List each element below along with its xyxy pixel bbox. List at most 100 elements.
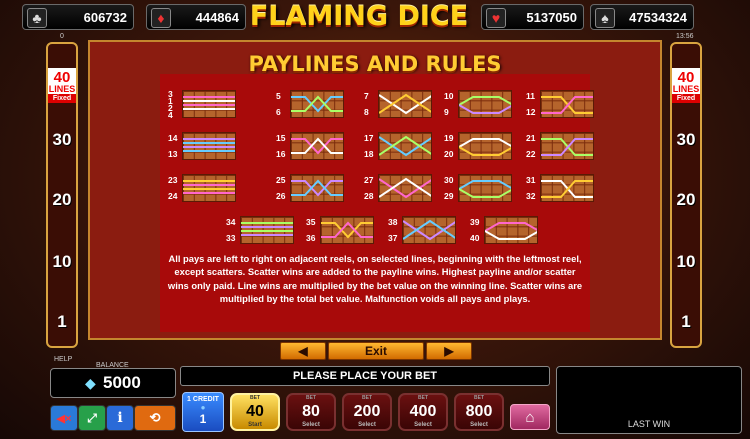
- credit-box[interactable]: 1 CREDIT ● 1: [182, 392, 224, 432]
- payline-grid: [378, 90, 432, 118]
- payline-number: 15: [276, 133, 286, 143]
- last-win-label: LAST WIN: [627, 419, 671, 429]
- bet-label: BET: [250, 395, 260, 401]
- payline-grid: [458, 90, 512, 118]
- payline-path: [291, 179, 343, 197]
- payline-path: [403, 219, 455, 241]
- select-label: Select: [414, 422, 432, 428]
- jackpot-spade: ♠ 47534324: [590, 4, 694, 30]
- payline-path: [541, 180, 593, 198]
- payline-grid: [290, 174, 344, 202]
- fixed-label: Fixed: [48, 94, 76, 103]
- right-lines-column: 40 LINES Fixed 30 20 10 1: [670, 42, 702, 348]
- select-label: Select: [470, 422, 488, 428]
- payline-number: 26: [276, 191, 286, 201]
- home-icon: ⌂: [525, 408, 535, 426]
- payline-path: [379, 93, 431, 115]
- payline-number: 13: [168, 149, 178, 159]
- payline-number: 5: [276, 91, 281, 101]
- line-level-30: 30: [52, 130, 72, 149]
- payline-grid: [458, 132, 512, 160]
- panel-title: PAYLINES AND RULES: [248, 52, 502, 76]
- line-level-20: 20: [52, 190, 72, 209]
- help-label: HELP: [54, 356, 73, 363]
- bet-option-400[interactable]: BET 400 Select: [398, 393, 448, 431]
- payline-grid: [182, 174, 236, 202]
- bet-option-200[interactable]: BET 200 Select: [342, 393, 392, 431]
- payline-path: [541, 138, 593, 156]
- sound-toggle-button[interactable]: ◀×: [50, 405, 78, 431]
- autoplay-button[interactable]: ⟲: [134, 405, 176, 431]
- diamond-icon: ◆: [85, 375, 96, 391]
- payline-grid: [378, 132, 432, 160]
- payline-number: 19: [444, 133, 454, 143]
- payline-number: 16: [276, 149, 286, 159]
- fullscreen-icon: ⤢: [87, 410, 97, 425]
- payline-path: [459, 180, 511, 198]
- select-label: Select: [358, 422, 376, 428]
- heart-icon: ♥: [486, 8, 506, 28]
- payline-number: 22: [526, 149, 536, 159]
- line-level-30: 30: [676, 130, 696, 149]
- line-level-1: 1: [57, 312, 67, 331]
- payline-number: 28: [364, 191, 374, 201]
- payline-path: [291, 95, 343, 113]
- club-icon: ♣: [27, 8, 47, 28]
- payline-grid: [240, 216, 294, 244]
- payline-number: 7: [364, 91, 369, 101]
- payline-path: [183, 96, 235, 110]
- bet-option-value: 800: [465, 403, 493, 420]
- payline-path: [379, 135, 431, 157]
- fixed-label: Fixed: [672, 94, 700, 103]
- left-small-label: 0: [60, 33, 64, 40]
- payline-number: 30: [444, 175, 454, 185]
- info-button[interactable]: i: [106, 405, 134, 431]
- next-page-button[interactable]: ▶: [426, 342, 472, 360]
- bet-option-80[interactable]: BET 80 Select: [286, 393, 336, 431]
- payline-grid: [540, 132, 594, 160]
- message-bar: PLEASE PLACE YOUR BET: [180, 366, 550, 386]
- credit-value: 1: [199, 412, 207, 426]
- prev-page-button[interactable]: ◀: [280, 342, 326, 360]
- payline-grid: [402, 216, 456, 244]
- lines-badge-right: 40 LINES Fixed: [672, 68, 700, 103]
- bet-option-800[interactable]: BET 800 Select: [454, 393, 504, 431]
- payline-number: 35: [306, 217, 316, 227]
- payline-number: 40: [470, 233, 480, 243]
- line-level-1: 1: [681, 312, 691, 331]
- diamond-icon: ♦: [151, 8, 171, 28]
- jackpot-heart: ♥ 5137050: [481, 4, 584, 30]
- jackpot-club: ♣ 606732: [22, 4, 134, 30]
- lines-badge-left: 40 LINES Fixed: [48, 68, 76, 103]
- info-icon: i: [117, 410, 123, 426]
- payline-number: 39: [470, 217, 480, 227]
- home-button[interactable]: ⌂: [510, 404, 550, 430]
- payline-number: 24: [168, 191, 178, 201]
- payline-number: 17: [364, 133, 374, 143]
- fullscreen-button[interactable]: ⤢: [78, 405, 106, 431]
- jackpot-spade-value: 47534324: [629, 9, 687, 25]
- payline-path: [291, 137, 343, 155]
- coin-icon: ●: [200, 403, 206, 412]
- payline-grid: [182, 90, 236, 118]
- bet-value: 40: [246, 403, 264, 420]
- left-lines-column: 40 LINES Fixed 30 20 10 1: [46, 42, 78, 348]
- rules-text: All pays are left to right on adjacent r…: [167, 253, 583, 305]
- select-label: Select: [302, 422, 320, 428]
- last-win-box: LAST WIN: [556, 366, 742, 434]
- payline-number: 20: [444, 149, 454, 159]
- bet-start-button[interactable]: BET 40 Start: [230, 393, 280, 431]
- payline-path: [541, 96, 593, 114]
- payline-path: [459, 138, 511, 156]
- start-label: Start: [248, 422, 262, 428]
- payline-number: 27: [364, 175, 374, 185]
- payline-grid: [540, 90, 594, 118]
- payline-number: 32: [526, 191, 536, 201]
- payline-number: 33: [226, 233, 236, 243]
- payline-grid: [290, 90, 344, 118]
- payline-grid: [320, 216, 374, 244]
- payline-number: 6: [276, 107, 281, 117]
- lines-label: LINES: [48, 84, 76, 94]
- exit-button[interactable]: Exit: [328, 342, 424, 360]
- balance-box: ◆ 5000: [50, 368, 176, 398]
